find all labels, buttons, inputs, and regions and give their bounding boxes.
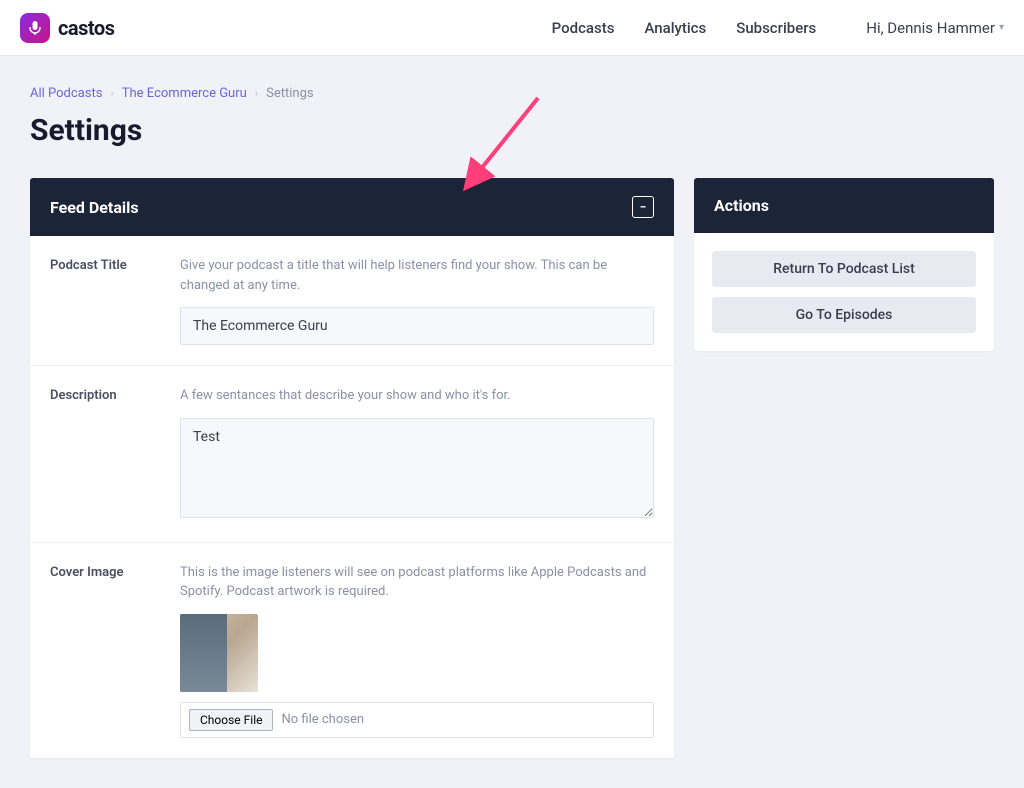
file-status-text: No file chosen bbox=[281, 712, 364, 727]
body-description: A few sentances that describe your show … bbox=[180, 386, 654, 522]
main-nav: Podcasts Analytics Subscribers Hi, Denni… bbox=[552, 19, 1004, 37]
topbar: castos Podcasts Analytics Subscribers Hi… bbox=[0, 0, 1024, 56]
action-list: Return To Podcast List Go To Episodes bbox=[694, 233, 994, 351]
nav-subscribers[interactable]: Subscribers bbox=[736, 19, 816, 37]
body-cover-image: This is the image listeners will see on … bbox=[180, 563, 654, 738]
layout: Feed Details − Podcast Title Give your p… bbox=[30, 178, 994, 758]
side-column: Actions Return To Podcast List Go To Epi… bbox=[694, 178, 994, 351]
chevron-right-icon: › bbox=[110, 87, 113, 100]
minus-icon: − bbox=[640, 200, 647, 214]
actions-panel: Actions Return To Podcast List Go To Epi… bbox=[694, 178, 994, 351]
chevron-right-icon: › bbox=[255, 87, 258, 100]
feed-details-panel: Feed Details − Podcast Title Give your p… bbox=[30, 178, 674, 758]
page-title: Settings bbox=[30, 113, 994, 148]
body-podcast-title: Give your podcast a title that will help… bbox=[180, 256, 654, 345]
nav-analytics[interactable]: Analytics bbox=[644, 19, 706, 37]
breadcrumb-current: Settings bbox=[266, 86, 313, 101]
panel-title: Feed Details bbox=[50, 198, 139, 217]
panel-title: Actions bbox=[714, 196, 769, 215]
actions-header: Actions bbox=[694, 178, 994, 233]
label-podcast-title: Podcast Title bbox=[50, 256, 160, 345]
file-input-row: Choose File No file chosen bbox=[180, 702, 654, 738]
user-menu[interactable]: Hi, Dennis Hammer ▾ bbox=[866, 19, 1004, 37]
help-cover-image: This is the image listeners will see on … bbox=[180, 563, 654, 602]
row-description: Description A few sentances that describ… bbox=[30, 366, 674, 543]
chevron-down-icon: ▾ bbox=[999, 22, 1004, 33]
description-textarea[interactable] bbox=[180, 418, 654, 518]
collapse-toggle[interactable]: − bbox=[632, 196, 654, 218]
mic-icon bbox=[28, 20, 42, 36]
row-podcast-title: Podcast Title Give your podcast a title … bbox=[30, 236, 674, 366]
help-podcast-title: Give your podcast a title that will help… bbox=[180, 256, 654, 295]
feed-details-header: Feed Details − bbox=[30, 178, 674, 236]
help-description: A few sentances that describe your show … bbox=[180, 386, 654, 406]
user-greeting: Hi, Dennis Hammer bbox=[866, 19, 995, 37]
page-body: All Podcasts › The Ecommerce Guru › Sett… bbox=[0, 56, 1024, 788]
podcast-title-input[interactable] bbox=[180, 307, 654, 345]
brand-name: castos bbox=[58, 16, 114, 40]
go-to-episodes-button[interactable]: Go To Episodes bbox=[712, 297, 976, 333]
brand-logo[interactable]: castos bbox=[20, 13, 114, 43]
breadcrumb: All Podcasts › The Ecommerce Guru › Sett… bbox=[30, 86, 994, 101]
breadcrumb-podcast-name[interactable]: The Ecommerce Guru bbox=[122, 86, 247, 101]
row-cover-image: Cover Image This is the image listeners … bbox=[30, 543, 674, 758]
main-column: Feed Details − Podcast Title Give your p… bbox=[30, 178, 674, 758]
label-description: Description bbox=[50, 386, 160, 522]
cover-image-thumbnail[interactable] bbox=[180, 614, 258, 692]
return-to-podcast-list-button[interactable]: Return To Podcast List bbox=[712, 251, 976, 287]
breadcrumb-all-podcasts[interactable]: All Podcasts bbox=[30, 86, 102, 101]
label-cover-image: Cover Image bbox=[50, 563, 160, 738]
choose-file-button[interactable]: Choose File bbox=[189, 709, 273, 731]
nav-podcasts[interactable]: Podcasts bbox=[552, 19, 615, 37]
logo-badge bbox=[20, 13, 50, 43]
